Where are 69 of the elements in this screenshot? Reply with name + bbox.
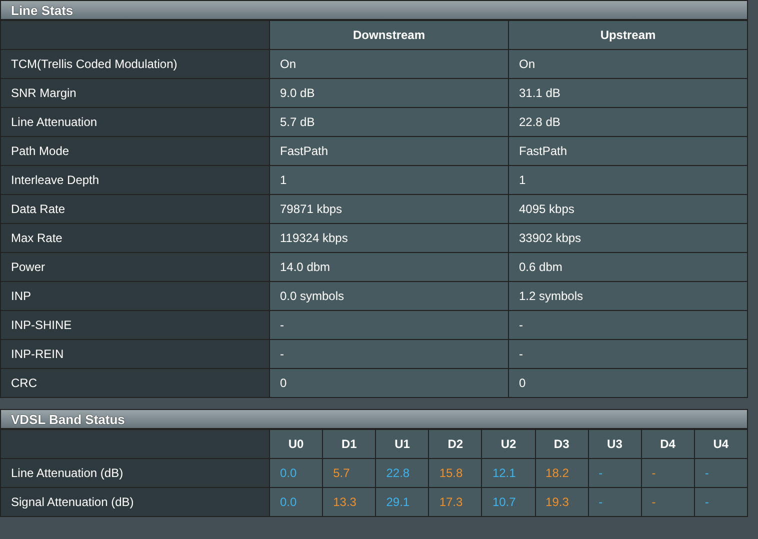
column-header: U1 — [376, 430, 429, 458]
table-cell: - — [508, 310, 748, 340]
table-cell: 119324 kbps — [270, 224, 508, 252]
column-header: U4 — [694, 430, 748, 458]
table-cell: 0.6 dbm — [508, 252, 748, 282]
table-cell: - — [641, 458, 694, 488]
table-cell: - — [641, 488, 694, 516]
table-cell: 22.8 — [376, 458, 429, 488]
table-cell: - — [588, 458, 642, 488]
table-cell: 18.2 — [535, 458, 588, 488]
table-cell: 1 — [508, 166, 748, 194]
table-cell: 14.0 dbm — [270, 252, 508, 282]
row-label: INP-SHINE — [0, 310, 270, 340]
row-label: SNR Margin — [0, 78, 270, 108]
column-header: D4 — [641, 430, 694, 458]
table-cell: - — [270, 310, 508, 340]
column-header: U2 — [482, 430, 536, 458]
table-cell: On — [508, 50, 748, 78]
column-header: D2 — [428, 430, 482, 458]
column-header: D3 — [535, 430, 588, 458]
table-cell: - — [694, 458, 748, 488]
table-cell: 15.8 — [428, 458, 482, 488]
table-cell: 17.3 — [428, 488, 482, 516]
row-label: INP — [0, 282, 270, 310]
table-cell: 33902 kbps — [508, 224, 748, 252]
table-cell: 12.1 — [482, 458, 536, 488]
table-cell: 22.8 dB — [508, 108, 748, 136]
table-cell: On — [270, 50, 508, 78]
table-cell: 0 — [270, 368, 508, 398]
table-cell: - — [270, 340, 508, 368]
table-cell: 0.0 symbols — [270, 282, 508, 310]
table-cell: 0.0 — [270, 488, 323, 516]
table-cell: 29.1 — [376, 488, 429, 516]
row-label: Line Attenuation (dB) — [0, 458, 270, 488]
row-label: Line Attenuation — [0, 108, 270, 136]
table-cell: 19.3 — [535, 488, 588, 516]
table-cell: 0.0 — [270, 458, 323, 488]
table-cell: FastPath — [270, 136, 508, 166]
table-cell: - — [508, 340, 748, 368]
table-cell: 31.1 dB — [508, 78, 748, 108]
table-cell: 4095 kbps — [508, 194, 748, 224]
column-header: U3 — [588, 430, 642, 458]
table-cell: - — [588, 488, 642, 516]
row-label: Path Mode — [0, 136, 270, 166]
row-label: CRC — [0, 368, 270, 398]
column-header: U0 — [270, 430, 323, 458]
column-header: D1 — [322, 430, 376, 458]
column-header: Upstream — [508, 20, 748, 50]
table-cell: 13.3 — [322, 488, 376, 516]
row-label: Max Rate — [0, 224, 270, 252]
row-label: Interleave Depth — [0, 166, 270, 194]
table-cell: 5.7 dB — [270, 108, 508, 136]
table-cell: FastPath — [508, 136, 748, 166]
table-cell: 5.7 — [322, 458, 376, 488]
table-cell: 1 — [270, 166, 508, 194]
row-label: Data Rate — [0, 194, 270, 224]
section-title: VDSL Band Status — [0, 409, 748, 429]
table-cell: 9.0 dB — [270, 78, 508, 108]
table-cell: 1.2 symbols — [508, 282, 748, 310]
column-header: Downstream — [270, 20, 508, 50]
table-cell: 10.7 — [482, 488, 536, 516]
table-cell: 79871 kbps — [270, 194, 508, 224]
row-label: TCM(Trellis Coded Modulation) — [0, 50, 270, 78]
section-title: Line Stats — [0, 0, 748, 20]
table-cell: 0 — [508, 368, 748, 398]
table-cell: - — [694, 488, 748, 516]
row-label: Signal Attenuation (dB) — [0, 488, 270, 516]
row-label: INP-REIN — [0, 340, 270, 368]
row-label: Power — [0, 252, 270, 282]
